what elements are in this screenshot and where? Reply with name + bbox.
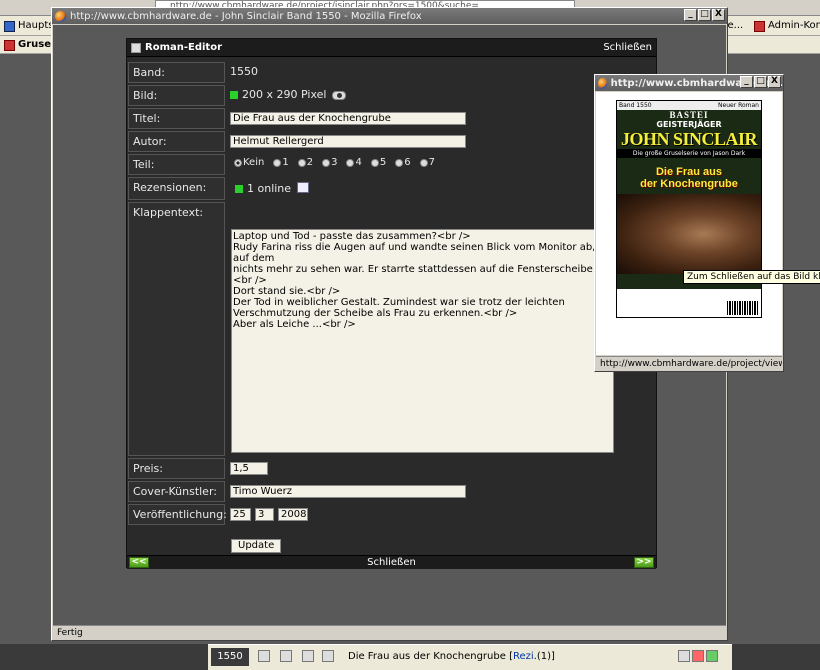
firefox-icon bbox=[598, 77, 607, 89]
cover-window-statusbar: http://www.cbmhardware.de/project/viewco… bbox=[596, 356, 782, 370]
main-window-statusbar: Fertig bbox=[53, 625, 726, 639]
row-titel: Titel: Die Frau aus der Knochengrube bbox=[127, 108, 656, 129]
cover-title: Die Frau aus der Knochengrube bbox=[640, 166, 738, 190]
radio-teil-2[interactable]: 2 bbox=[297, 157, 313, 168]
bild-size: 200 x 290 Pixel bbox=[242, 88, 327, 101]
online-indicator-icon bbox=[235, 185, 243, 193]
value-band: 1550 bbox=[230, 65, 258, 78]
jahr-input[interactable]: 2008 bbox=[278, 508, 308, 521]
tag-input[interactable]: 25 bbox=[230, 508, 251, 521]
label-preis: Preis: bbox=[128, 458, 225, 479]
close-link-top[interactable]: Schließen bbox=[603, 42, 652, 53]
label-titel: Titel: bbox=[128, 108, 225, 129]
view-image-icon[interactable] bbox=[332, 90, 347, 100]
background-right-strip bbox=[732, 644, 820, 670]
editor-icon bbox=[131, 42, 141, 53]
settings-icon[interactable] bbox=[280, 650, 292, 662]
cover-window-content: Band 1550 Neuer Roman BASTEI GEISTERJÄGE… bbox=[596, 92, 782, 355]
prev-button[interactable]: << bbox=[129, 557, 149, 568]
cover-band: Band 1550 bbox=[619, 102, 652, 109]
radio-teil-kein[interactable]: Kein bbox=[234, 157, 264, 168]
bookmark-admin-konsole[interactable]: Admin-Konsole bbox=[754, 17, 820, 35]
firefox-icon bbox=[55, 10, 66, 22]
titel-input[interactable]: Die Frau aus der Knochengrube bbox=[230, 112, 466, 125]
cover-close-button[interactable]: X bbox=[768, 76, 781, 88]
taskbar-band: 1550 bbox=[211, 648, 249, 666]
radio-teil-4[interactable]: 4 bbox=[346, 157, 362, 168]
label-teil: Teil: bbox=[128, 154, 225, 175]
bookmark-icon bbox=[4, 20, 15, 32]
admin-icon bbox=[754, 20, 765, 32]
barcode-icon bbox=[727, 301, 759, 315]
radio-teil-3[interactable]: 3 bbox=[322, 157, 337, 168]
cover-kuenstler-input[interactable]: Timo Wuerz bbox=[230, 485, 466, 498]
delete-icon[interactable] bbox=[692, 650, 704, 662]
main-window-titlebar[interactable]: http://www.cbmhardware.de - John Sinclai… bbox=[52, 8, 727, 24]
cover-popup-window: http://www.cbmhardware.de... _ □ X Band … bbox=[594, 74, 784, 372]
teil-radio-group: Kein 1 2 3 4 5 6 7 bbox=[234, 157, 654, 168]
label-veroeffentlichung: Veröffentlichung: bbox=[128, 504, 227, 525]
cover-price-strip bbox=[617, 289, 761, 317]
tab-grusel[interactable]: Grusel bbox=[4, 36, 54, 54]
folder-icon[interactable] bbox=[258, 650, 270, 662]
klappentext-textarea[interactable]: Laptop und Tod - passte das zusammen?<br… bbox=[231, 229, 614, 453]
row-veroeffentlichung: Veröffentlichung: 25 3 2008 bbox=[127, 504, 656, 525]
row-autor: Autor: Helmut Rellergerd bbox=[127, 131, 656, 152]
calendar-icon[interactable] bbox=[322, 650, 334, 662]
preis-input[interactable]: 1,5 bbox=[230, 462, 268, 475]
next-button[interactable]: >> bbox=[634, 557, 654, 568]
update-button[interactable]: Update bbox=[231, 539, 282, 553]
close-button[interactable]: X bbox=[712, 9, 725, 21]
taskbar-title: Die Frau aus der Knochengrube [Rezi.(1)] bbox=[348, 651, 555, 662]
cover-image[interactable]: Band 1550 Neuer Roman BASTEI GEISTERJÄGE… bbox=[616, 100, 762, 318]
editor-title: Roman-Editor bbox=[145, 42, 223, 53]
editor-footer: << Schließen >> bbox=[127, 555, 656, 569]
label-band: Band: bbox=[128, 62, 225, 83]
approve-icon[interactable] bbox=[706, 650, 718, 662]
roman-editor: Roman-Editor Schließen Band: 1550 Bild: … bbox=[126, 38, 657, 569]
row-cover-kuenstler: Cover-Künstler: Timo Wuerz bbox=[127, 481, 656, 502]
row-preis: Preis: 1,5 bbox=[127, 458, 656, 479]
row-teil: Teil: Kein 1 2 3 4 5 6 7 bbox=[127, 154, 656, 175]
row-rezensionen: Rezensionen: 1 online bbox=[127, 177, 656, 200]
status-indicator-icon bbox=[230, 91, 238, 99]
taskbar-strip: 1550 Die Frau aus der Knochengrube [Rezi… bbox=[208, 644, 732, 670]
monat-input[interactable]: 3 bbox=[255, 508, 274, 521]
tab-icon bbox=[4, 39, 15, 51]
cover-geisterjaeger: GEISTERJÄGER bbox=[656, 120, 722, 129]
cover-neuer-roman: Neuer Roman bbox=[718, 102, 759, 109]
cover-series-logo: JOHN SINCLAIR bbox=[620, 129, 758, 149]
cover-artwork bbox=[617, 194, 761, 274]
row-bild: Bild: 200 x 290 Pixel bbox=[127, 85, 656, 106]
close-link-bottom[interactable]: Schließen bbox=[367, 557, 416, 568]
label-klappentext: Klappentext: bbox=[128, 202, 225, 456]
editor-header: Roman-Editor Schließen bbox=[127, 39, 656, 57]
cover-maximize-button[interactable]: □ bbox=[754, 76, 767, 88]
radio-teil-6[interactable]: 6 bbox=[395, 157, 411, 168]
value-bild: 200 x 290 Pixel bbox=[228, 85, 656, 106]
label-autor: Autor: bbox=[128, 131, 225, 152]
cover-tooltip: Zum Schließen auf das Bild klicken bbox=[683, 270, 820, 284]
label-cover-kuenstler: Cover-Künstler: bbox=[128, 481, 225, 502]
print-icon[interactable] bbox=[678, 650, 690, 662]
radio-teil-5[interactable]: 5 bbox=[370, 157, 386, 168]
cover-window-titlebar[interactable]: http://www.cbmhardware.de... _ □ X bbox=[595, 75, 783, 91]
rezensionen-count: 1 online bbox=[247, 182, 292, 195]
label-bild: Bild: bbox=[128, 85, 225, 106]
radio-teil-7[interactable]: 7 bbox=[419, 157, 435, 168]
cover-subtitle: Die große Gruselserie von Jason Dark bbox=[617, 149, 761, 158]
rezi-link[interactable]: Rezi bbox=[513, 651, 534, 662]
minimize-button[interactable]: _ bbox=[684, 9, 697, 21]
label-rezensionen: Rezensionen: bbox=[128, 177, 225, 200]
autor-input[interactable]: Helmut Rellergerd bbox=[230, 135, 466, 148]
lock-icon[interactable] bbox=[302, 650, 314, 662]
row-band: Band: 1550 bbox=[127, 62, 656, 83]
maximize-button[interactable]: □ bbox=[698, 9, 711, 21]
radio-teil-1[interactable]: 1 bbox=[273, 157, 289, 168]
cover-bastei: BASTEI bbox=[669, 110, 709, 120]
edit-reviews-icon[interactable] bbox=[297, 182, 310, 193]
cover-minimize-button[interactable]: _ bbox=[740, 76, 753, 88]
